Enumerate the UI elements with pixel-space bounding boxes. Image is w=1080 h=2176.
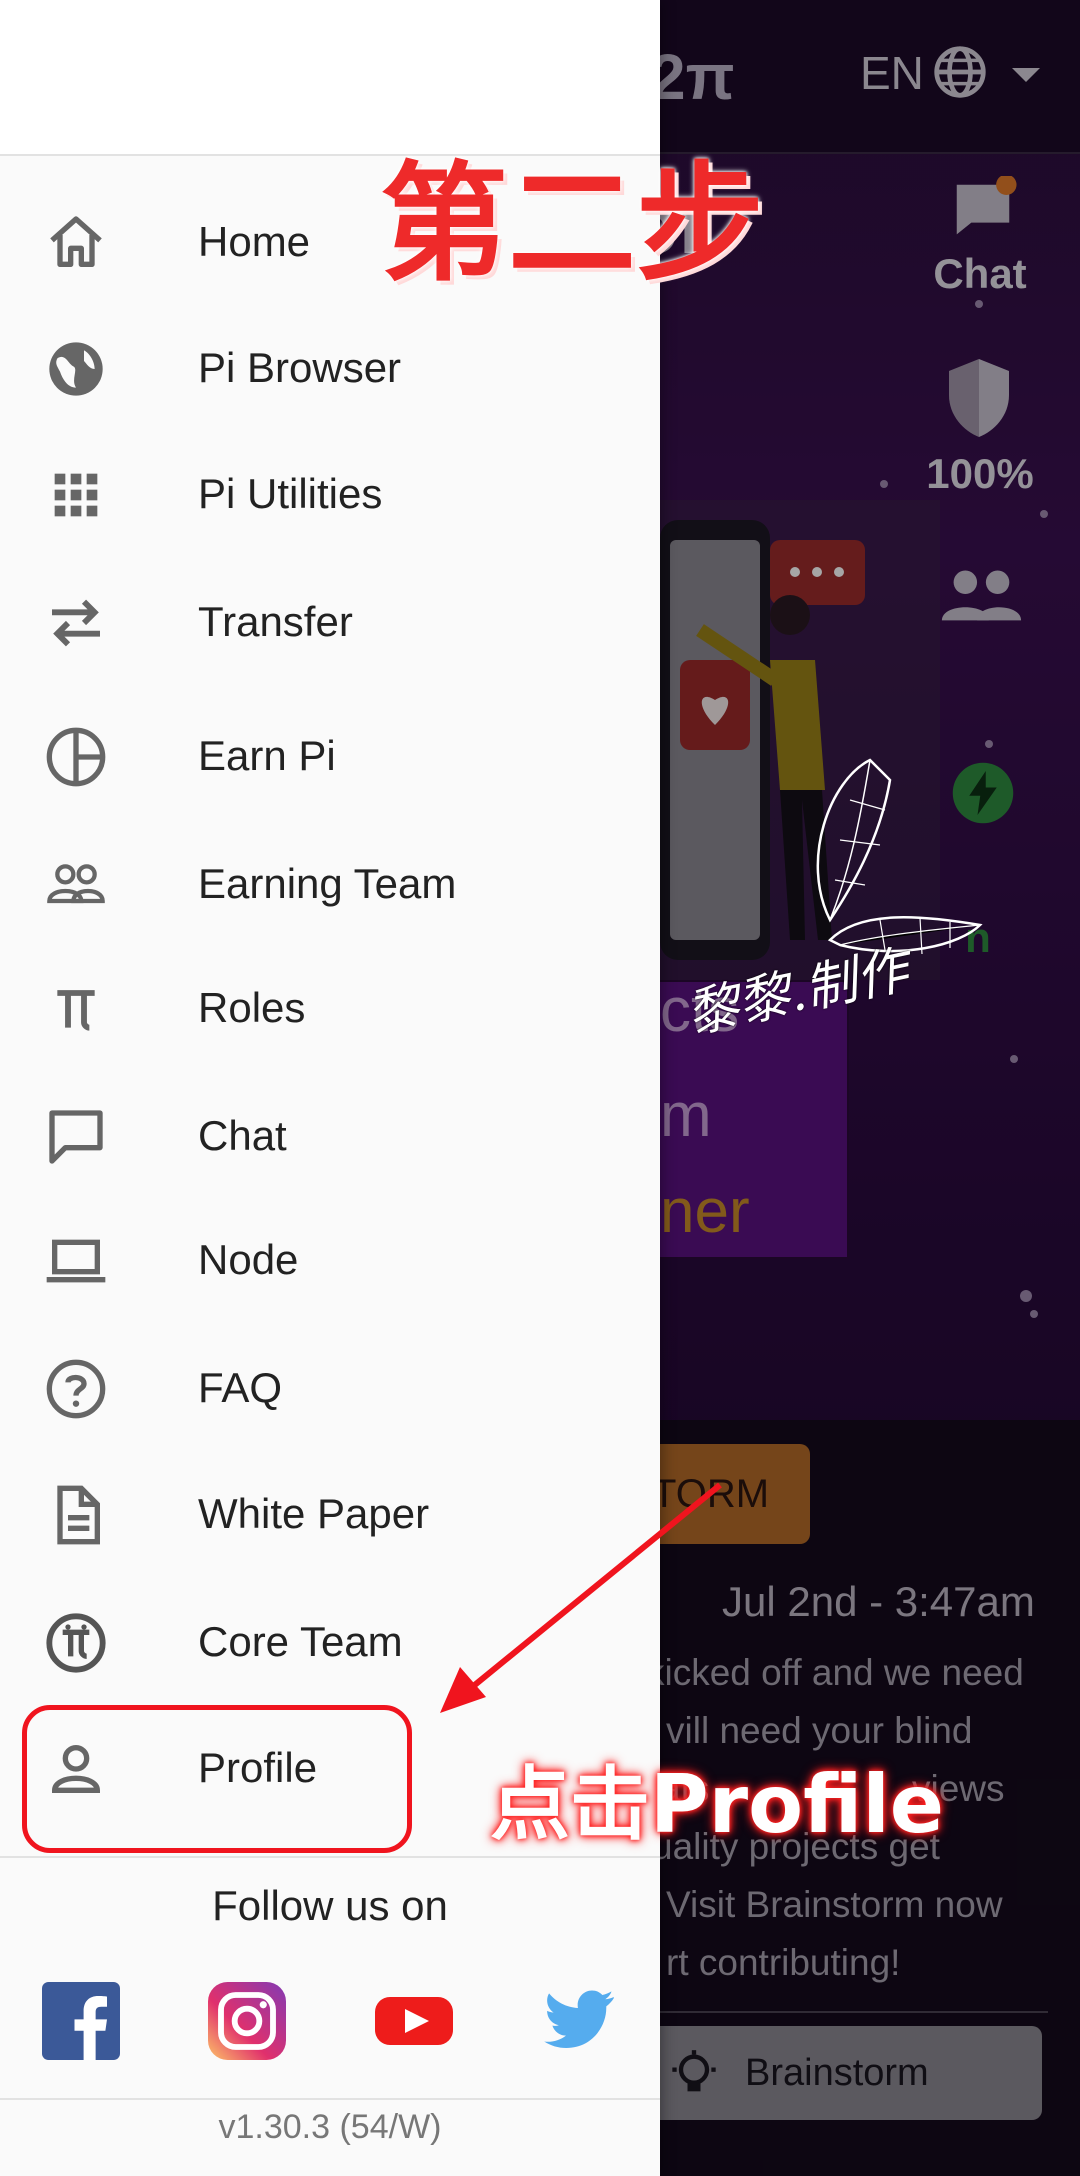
app-version: v1.30.3 (54/W) [218,2108,442,2146]
transfer-icon [52,599,100,647]
divider [0,1856,660,1858]
menu-item-pi-utilities[interactable]: Pi Utilities [0,438,660,548]
menu-item-faq[interactable]: FAQ [0,1332,660,1442]
laptop-icon [46,1239,106,1283]
menu-item-chat[interactable]: Chat [0,1080,660,1190]
menu-item-label: Earning Team [198,860,457,907]
pi-coin-icon [46,1613,106,1673]
menu-item-label: Core Team [198,1618,403,1665]
menu-item-label: Pi Utilities [198,470,383,517]
chat-icon [49,1110,103,1164]
menu-item-label: FAQ [198,1364,283,1411]
grid-icon [54,473,98,517]
instagram-icon[interactable] [208,1982,286,2060]
globe-icon [49,342,103,396]
menu-item-label: Transfer [198,598,353,645]
twitter-icon[interactable] [536,1982,620,2060]
arrow-annotation [440,1482,722,1713]
follow-us-label: Follow us on [212,1882,448,1929]
menu-item-transfer[interactable]: Transfer [0,566,660,676]
pi-icon [57,990,95,1031]
team-icon [47,864,105,904]
youtube-icon[interactable] [372,1982,456,2060]
menu-item-label: White Paper [198,1490,430,1537]
divider [0,2098,660,2100]
highlight-box [22,1705,412,1853]
menu-item-label: Node [198,1236,299,1283]
document-icon [57,1485,100,1545]
home-icon [50,216,102,267]
menu-item-roles[interactable]: Roles [0,952,660,1062]
facebook-icon[interactable] [42,1982,120,2060]
pie-chart-icon [46,727,106,787]
question-icon [46,1359,106,1419]
menu-item-label: Earn Pi [198,732,336,779]
menu-item-label: Home [198,218,311,265]
menu-item-node[interactable]: Node [0,1204,660,1314]
menu-item-earn-pi[interactable]: Earn Pi [0,700,660,810]
click-annotation: 点击Profile [490,1758,945,1851]
menu-item-label: Roles [198,984,306,1031]
step-annotation: 第二步 [380,150,765,299]
menu-item-pi-browser[interactable]: Pi Browser [0,312,660,422]
menu-item-label: Pi Browser [198,344,402,391]
menu-item-label: Chat [198,1112,287,1159]
menu-item-earning-team[interactable]: Earning Team [0,828,660,938]
